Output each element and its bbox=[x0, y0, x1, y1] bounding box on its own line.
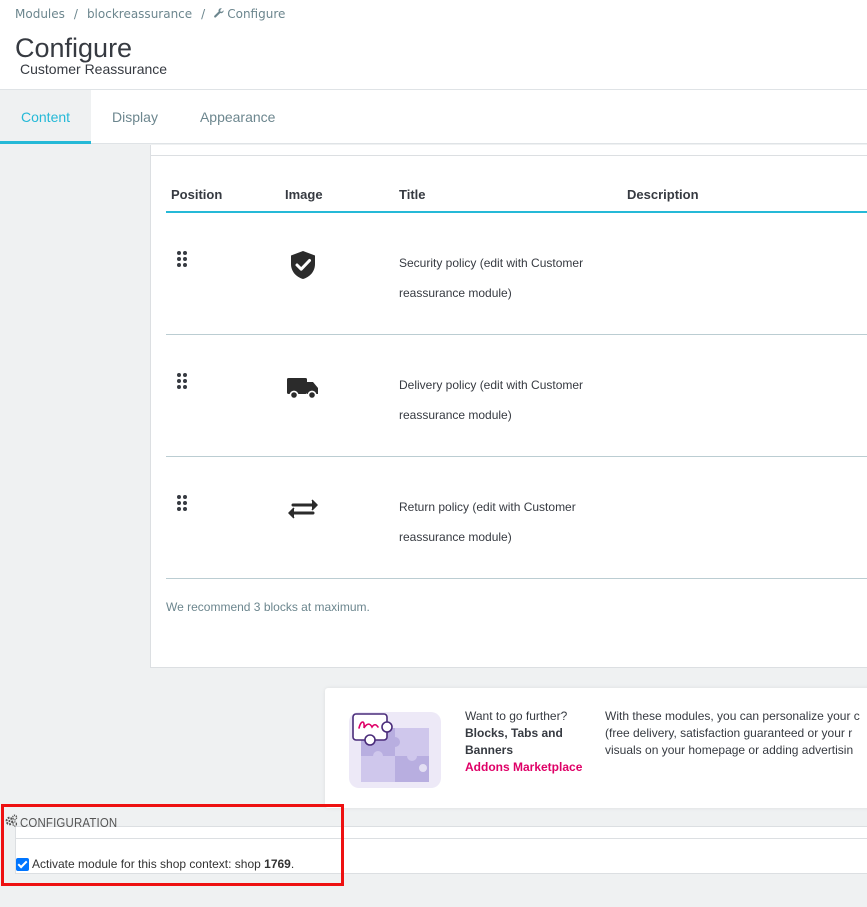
addons-description-line: (free delivery, satisfaction guaranteed … bbox=[605, 726, 853, 740]
wrench-icon bbox=[214, 7, 224, 21]
table-header: Position Image Title Description bbox=[166, 178, 867, 213]
addons-bold-text: Blocks, Tabs and Banners bbox=[465, 726, 563, 757]
gears-icon bbox=[5, 814, 18, 830]
page-subtitle: Customer Reassurance bbox=[20, 61, 168, 77]
blocks-table: Position Image Title Description Securit… bbox=[166, 178, 867, 579]
panel-divider bbox=[150, 145, 867, 156]
tab-content[interactable]: Content bbox=[0, 90, 92, 144]
breadcrumb-current: Configure bbox=[227, 7, 286, 21]
table-row: Delivery policy (edit with Customer reas… bbox=[166, 335, 867, 457]
row-title: Return policy (edit with Customer reassu… bbox=[399, 500, 576, 544]
column-image: Image bbox=[285, 187, 323, 202]
truck-icon bbox=[286, 370, 320, 404]
breadcrumb-module[interactable]: blockreassurance bbox=[87, 7, 192, 21]
configuration-divider bbox=[15, 838, 867, 839]
addons-promo: Want to go further? Blocks, Tabs and Ban… bbox=[325, 688, 867, 808]
table-row: Security policy (edit with Customer reas… bbox=[166, 213, 867, 335]
page-header: Modules / blockreassurance / Configure C… bbox=[0, 0, 867, 90]
breadcrumb: Modules / blockreassurance / Configure bbox=[15, 7, 285, 21]
breadcrumb-modules[interactable]: Modules bbox=[15, 7, 65, 21]
addons-description-line: visuals on your homepage or adding adver… bbox=[605, 743, 854, 757]
configuration-heading: CONFIGURATION bbox=[5, 814, 117, 830]
shield-check-icon bbox=[286, 248, 320, 282]
column-position: Position bbox=[171, 187, 223, 202]
page-title: Configure bbox=[15, 33, 133, 63]
swap-arrows-icon bbox=[286, 492, 320, 526]
puzzle-icon bbox=[345, 708, 445, 790]
column-title: Title bbox=[399, 187, 426, 202]
tab-appearance[interactable]: Appearance bbox=[179, 90, 297, 144]
addons-intro-text: Want to go further? bbox=[465, 709, 568, 723]
drag-handle-icon[interactable] bbox=[177, 495, 189, 511]
addons-marketplace-link[interactable]: Addons Marketplace bbox=[465, 759, 585, 776]
configuration-title: CONFIGURATION bbox=[19, 814, 118, 830]
breadcrumb-separator: / bbox=[201, 7, 206, 21]
activate-module-checkbox[interactable] bbox=[16, 857, 29, 871]
activate-module-row: Activate module for this shop context: s… bbox=[16, 857, 294, 871]
addons-description-line: With these modules, you can personalize … bbox=[605, 709, 860, 723]
recommendation-note: We recommend 3 blocks at maximum. bbox=[166, 600, 370, 614]
activate-module-label: Activate module for this shop context: s… bbox=[32, 857, 261, 871]
column-description: Description bbox=[627, 187, 699, 202]
shop-id: 1769 bbox=[264, 857, 291, 871]
table-row: Return policy (edit with Customer reassu… bbox=[166, 457, 867, 579]
addons-description: With these modules, you can personalize … bbox=[605, 708, 867, 759]
tab-display[interactable]: Display bbox=[91, 90, 179, 144]
addons-intro: Want to go further? Blocks, Tabs and Ban… bbox=[465, 708, 585, 776]
row-title: Delivery policy (edit with Customer reas… bbox=[399, 378, 584, 422]
drag-handle-icon[interactable] bbox=[177, 373, 189, 389]
tab-bar: Content Display Appearance bbox=[0, 90, 867, 144]
row-title: Security policy (edit with Customer reas… bbox=[399, 256, 584, 300]
label-period: . bbox=[290, 857, 295, 871]
drag-handle-icon[interactable] bbox=[177, 251, 189, 267]
breadcrumb-separator: / bbox=[73, 7, 78, 21]
